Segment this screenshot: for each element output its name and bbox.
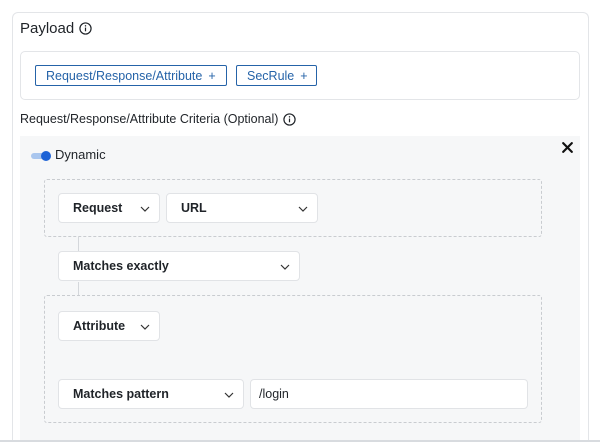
add-secrule-chip[interactable]: SecRule + [236,65,317,86]
select-value: URL [181,201,207,215]
select-value: Attribute [73,319,126,333]
chevron-down-icon [280,264,290,270]
select-value: Matches pattern [73,387,169,401]
payload-title: Payload [20,20,75,37]
toggle-knob [41,151,51,161]
close-icon[interactable] [561,141,574,154]
chevron-down-icon [298,206,308,212]
chevron-down-icon [224,392,234,398]
match-type-select[interactable]: Matches pattern [58,379,244,409]
chip-label: SecRule [247,68,295,83]
select-value: Matches exactly [73,259,169,273]
source-select[interactable]: Request [58,193,160,223]
connector-line [78,237,79,251]
source-select[interactable]: Attribute [58,311,160,341]
chip-label: Request/Response/Attribute [46,68,203,83]
plus-icon: + [208,68,216,83]
info-icon[interactable] [283,112,297,126]
operator-select[interactable]: Matches exactly [58,251,300,281]
plus-icon: + [300,68,308,83]
select-value: Request [73,201,123,215]
criteria-title: Request/Response/Attribute Criteria (Opt… [20,112,279,126]
add-request-response-attribute-chip[interactable]: Request/Response/Attribute + [35,65,227,86]
connector-line [78,282,79,296]
dynamic-label: Dynamic [55,147,106,162]
dynamic-toggle[interactable] [31,151,53,161]
info-icon[interactable] [79,22,92,35]
field-select[interactable]: URL [166,193,318,223]
chevron-down-icon [140,324,150,330]
pattern-value-input[interactable] [250,379,528,409]
chevron-down-icon [140,206,150,212]
payload-header: Payload [20,20,92,37]
criteria-header: Request/Response/Attribute Criteria (Opt… [20,112,297,126]
